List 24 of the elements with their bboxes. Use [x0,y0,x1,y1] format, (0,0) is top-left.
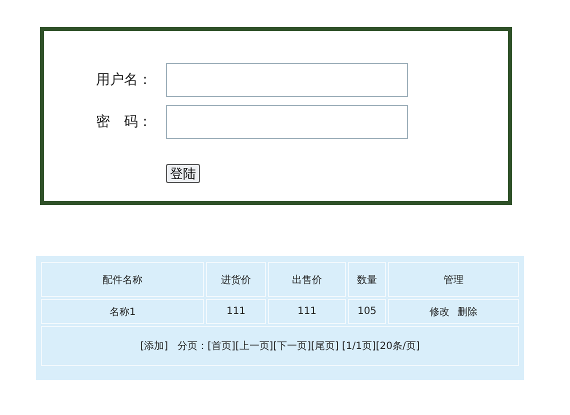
field-label: 密 码： [96,113,153,131]
table-cell: 名称1 [41,299,204,324]
column-header: 出售价 [268,262,346,297]
page-link[interactable]: [下一页] [273,341,311,352]
table-cell: 111 [268,299,346,324]
paging-label: 分页： [178,341,208,352]
login-button[interactable]: 登陆 [166,164,200,183]
page-link[interactable]: [首页] [208,341,236,352]
username-field[interactable] [166,63,408,97]
column-header: 管理 [388,262,519,297]
delete-link[interactable]: 删除 [458,306,478,318]
column-header: 配件名称 [41,262,204,297]
page-link[interactable]: [尾页] [310,341,339,352]
add-link[interactable]: [添加] [140,341,168,352]
password-field[interactable] [166,105,408,139]
table-cell: 105 [348,299,386,324]
field-label: 用户名： [96,71,153,89]
page-size: [20条/页] [376,341,420,352]
page-info: [1/1页] [342,341,376,352]
edit-link[interactable]: 修改 [430,306,450,318]
table-cell: 111 [206,299,266,324]
column-header: 进货价 [206,262,266,297]
page-link[interactable]: [上一页] [235,341,274,352]
column-header: 数量 [348,262,386,297]
